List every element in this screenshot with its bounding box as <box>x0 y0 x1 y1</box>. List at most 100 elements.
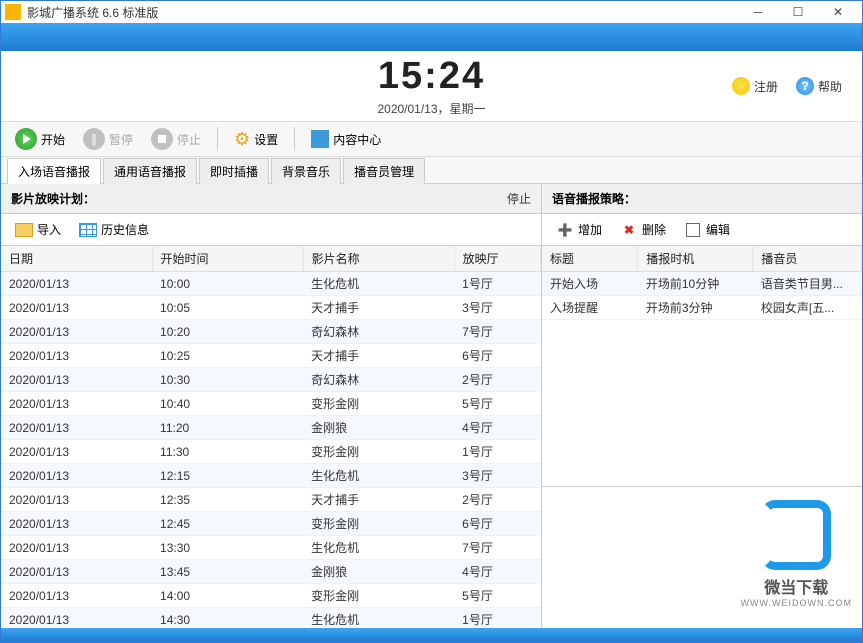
table-cell: 10:20 <box>152 320 303 344</box>
maximize-button[interactable]: ☐ <box>778 1 818 23</box>
start-button[interactable]: 开始 <box>9 126 71 152</box>
main-toolbar: 开始 暂停 停止 ⚙ 设置 内容中心 <box>1 121 862 157</box>
tab-bgm[interactable]: 背景音乐 <box>271 158 341 184</box>
table-cell: 入场提醒 <box>542 296 638 320</box>
table-cell: 金刚狼 <box>303 416 454 440</box>
table-row[interactable]: 2020/01/1313:45金刚狼4号厅 <box>1 560 541 584</box>
table-cell: 金刚狼 <box>303 560 454 584</box>
table-cell: 2020/01/13 <box>1 296 152 320</box>
delete-button[interactable]: ✖ 删除 <box>614 219 672 240</box>
table-cell: 奇幻森林 <box>303 368 454 392</box>
table-row[interactable]: 开始入场开场前10分钟语音类节目男... <box>542 272 862 296</box>
table-row[interactable]: 2020/01/1310:20奇幻森林7号厅 <box>1 320 541 344</box>
col-date[interactable]: 日期 <box>1 246 152 272</box>
tab-general-voice[interactable]: 通用语音播报 <box>103 158 197 184</box>
table-row[interactable]: 2020/01/1310:05天才捕手3号厅 <box>1 296 541 320</box>
strategy-title: 语音播报策略： <box>552 190 636 207</box>
table-row[interactable]: 2020/01/1310:00生化危机1号厅 <box>1 272 541 296</box>
col-movie[interactable]: 影片名称 <box>303 246 454 272</box>
table-row[interactable]: 入场提醒开场前3分钟校园女声[五... <box>542 296 862 320</box>
help-link[interactable]: ? 帮助 <box>796 77 842 95</box>
add-button[interactable]: ➕ 增加 <box>550 219 608 240</box>
table-row[interactable]: 2020/01/1310:30奇幻森林2号厅 <box>1 368 541 392</box>
strategy-table-wrap[interactable]: 标题 播报时机 播音员 开始入场开场前10分钟语音类节目男...入场提醒开场前3… <box>542 246 862 486</box>
pause-button[interactable]: 暂停 <box>77 126 139 152</box>
minimize-button[interactable]: ─ <box>738 1 778 23</box>
content-label: 内容中心 <box>333 131 381 148</box>
table-row[interactable]: 2020/01/1311:20金刚狼4号厅 <box>1 416 541 440</box>
clock-area: 15:24 2020/01/13，星期一 注册 ? 帮助 <box>1 51 862 121</box>
tab-entry-voice[interactable]: 入场语音播报 <box>7 158 101 184</box>
table-cell: 1号厅 <box>454 440 540 464</box>
table-cell: 校园女声[五... <box>753 296 862 320</box>
strategy-panel: 语音播报策略： ➕ 增加 ✖ 删除 编辑 标题 <box>542 184 862 628</box>
table-cell: 14:30 <box>152 608 303 629</box>
table-cell: 天才捕手 <box>303 344 454 368</box>
table-cell: 2号厅 <box>454 368 540 392</box>
table-cell: 1号厅 <box>454 272 540 296</box>
table-cell: 2020/01/13 <box>1 272 152 296</box>
table-cell: 2020/01/13 <box>1 536 152 560</box>
table-cell: 2号厅 <box>454 488 540 512</box>
stop-icon <box>151 128 173 150</box>
settings-button[interactable]: ⚙ 设置 <box>228 127 284 152</box>
table-row[interactable]: 2020/01/1312:15生化危机3号厅 <box>1 464 541 488</box>
separator <box>217 127 218 151</box>
table-cell: 12:45 <box>152 512 303 536</box>
table-cell: 开场前10分钟 <box>638 272 753 296</box>
schedule-panel: 影片放映计划： 停止 导入 历史信息 日期 开始时间 <box>1 184 542 628</box>
stop-label: 停止 <box>177 131 201 148</box>
tab-announcer[interactable]: 播音员管理 <box>343 158 425 184</box>
table-row[interactable]: 2020/01/1311:30变形金刚1号厅 <box>1 440 541 464</box>
col-hall[interactable]: 放映厅 <box>454 246 540 272</box>
separator <box>294 127 295 151</box>
history-button[interactable]: 历史信息 <box>73 219 155 240</box>
table-row[interactable]: 2020/01/1314:30生化危机1号厅 <box>1 608 541 629</box>
tab-bar: 入场语音播报 通用语音播报 即时插播 背景音乐 播音员管理 <box>1 157 862 184</box>
col-start-time[interactable]: 开始时间 <box>152 246 303 272</box>
strategy-lower-pane <box>542 486 862 628</box>
delete-icon: ✖ <box>620 222 638 238</box>
schedule-stop-link[interactable]: 停止 <box>507 190 531 207</box>
table-cell: 生化危机 <box>303 464 454 488</box>
table-cell: 变形金刚 <box>303 512 454 536</box>
table-cell: 2020/01/13 <box>1 392 152 416</box>
titlebar: 影城广播系统 6.6 标准版 ─ ☐ ✕ <box>1 1 862 23</box>
start-label: 开始 <box>41 131 65 148</box>
table-row[interactable]: 2020/01/1312:45变形金刚6号厅 <box>1 512 541 536</box>
table-cell: 语音类节目男... <box>753 272 862 296</box>
table-row[interactable]: 2020/01/1310:25天才捕手6号厅 <box>1 344 541 368</box>
table-row[interactable]: 2020/01/1310:40变形金刚5号厅 <box>1 392 541 416</box>
col-announcer[interactable]: 播音员 <box>753 246 862 272</box>
col-title[interactable]: 标题 <box>542 246 638 272</box>
document-icon <box>311 130 329 148</box>
table-row[interactable]: 2020/01/1312:35天才捕手2号厅 <box>1 488 541 512</box>
table-cell: 生化危机 <box>303 536 454 560</box>
col-timing[interactable]: 播报时机 <box>638 246 753 272</box>
import-button[interactable]: 导入 <box>9 219 67 240</box>
content-button[interactable]: 内容中心 <box>305 128 387 150</box>
table-cell: 6号厅 <box>454 344 540 368</box>
stop-button[interactable]: 停止 <box>145 126 207 152</box>
edit-button[interactable]: 编辑 <box>678 219 736 240</box>
table-cell: 13:30 <box>152 536 303 560</box>
table-cell: 4号厅 <box>454 416 540 440</box>
table-row[interactable]: 2020/01/1314:00变形金刚5号厅 <box>1 584 541 608</box>
table-cell: 11:20 <box>152 416 303 440</box>
status-bar <box>1 628 862 642</box>
close-button[interactable]: ✕ <box>818 1 858 23</box>
table-cell: 14:00 <box>152 584 303 608</box>
help-icon: ? <box>796 77 814 95</box>
table-cell: 2020/01/13 <box>1 440 152 464</box>
table-cell: 生化危机 <box>303 272 454 296</box>
smile-icon <box>732 77 750 95</box>
edit-label: 编辑 <box>706 221 730 238</box>
settings-label: 设置 <box>254 131 278 148</box>
edit-icon <box>684 222 702 238</box>
table-cell: 2020/01/13 <box>1 320 152 344</box>
schedule-table-wrap[interactable]: 日期 开始时间 影片名称 放映厅 2020/01/1310:00生化危机1号厅2… <box>1 246 541 628</box>
table-cell: 生化危机 <box>303 608 454 629</box>
register-link[interactable]: 注册 <box>732 77 778 95</box>
tab-instant[interactable]: 即时插播 <box>199 158 269 184</box>
table-row[interactable]: 2020/01/1313:30生化危机7号厅 <box>1 536 541 560</box>
